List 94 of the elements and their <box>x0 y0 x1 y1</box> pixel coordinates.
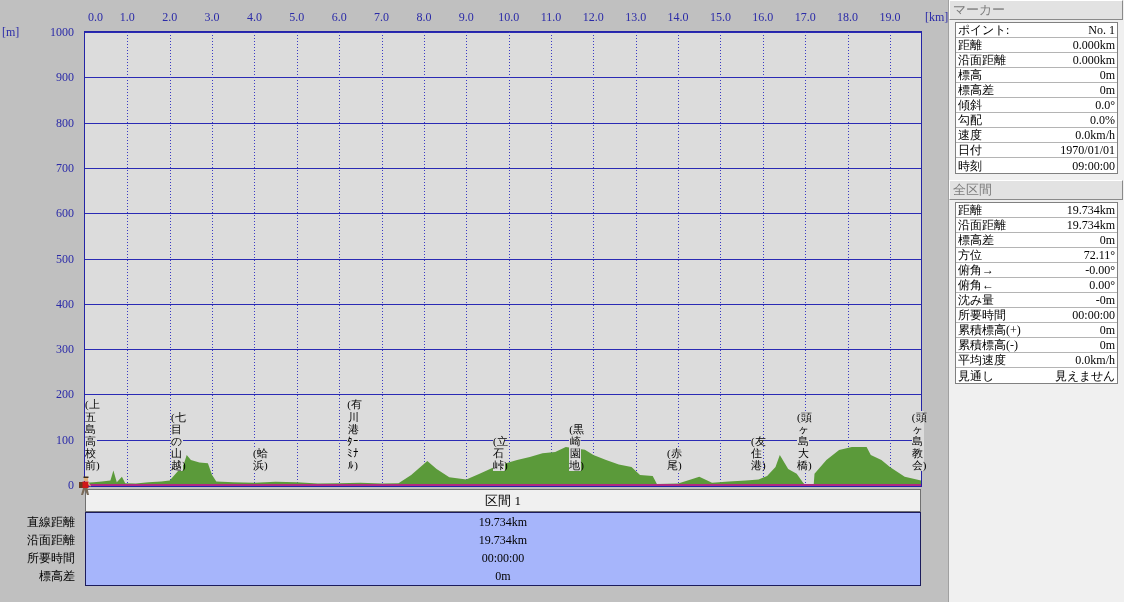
field-label: 標高 <box>958 68 982 82</box>
field-label: 方位 <box>958 248 982 262</box>
field-value: 0m <box>1099 68 1115 82</box>
field-label: 日付 <box>958 143 982 157</box>
field-value: 0m <box>1099 83 1115 97</box>
field-value: 09:00:00 <box>1072 158 1115 173</box>
field-label: 見通し <box>958 368 994 383</box>
field-label: 速度 <box>958 128 982 142</box>
field-label: 沿面距離 <box>958 218 1006 232</box>
field-value: 見えません <box>1055 368 1115 383</box>
axis-tick-label: 3.0 <box>204 9 220 25</box>
axis-tick-label: 700 <box>56 159 74 176</box>
field-label: 沈み量 <box>958 293 994 307</box>
field-label: 俯角→ <box>958 263 994 277</box>
axis-tick-label: 8.0 <box>416 9 432 25</box>
row-label: 直線距離 <box>27 515 75 529</box>
field-label: 標高差 <box>958 233 994 247</box>
axis-tick-label: 12.0 <box>582 9 604 25</box>
waypoint-label: (赤尾) <box>667 446 680 471</box>
axis-tick-label: 4.0 <box>246 9 262 25</box>
field-value: 0.000km <box>1072 53 1115 67</box>
field-value: 1970/01/01 <box>1060 143 1115 157</box>
table-cell: 19.734km <box>478 515 528 529</box>
axis-tick-label: 11.0 <box>540 9 562 25</box>
axis-tick-label: 800 <box>56 114 74 131</box>
axis-tick-label: 18.0 <box>837 9 859 25</box>
field-label: 距離 <box>958 38 982 52</box>
field-value: 0m <box>1099 338 1115 352</box>
axis-tick-label: 900 <box>56 69 74 86</box>
axis-tick-label: 15.0 <box>709 9 731 25</box>
axis-tick-label: 0 <box>68 477 74 493</box>
axis-tick-label: 200 <box>56 386 74 403</box>
axis-tick-label: 2.0 <box>162 9 178 25</box>
field-value: 0.000km <box>1072 38 1115 52</box>
field-label: 傾斜 <box>958 98 982 112</box>
axis-tick-label: 500 <box>56 250 74 267</box>
waypoint-label: (頭ヶ島大橋) <box>797 410 810 471</box>
axis-tick-label: 300 <box>56 341 74 358</box>
axis-tick-label: 19.0 <box>879 9 901 25</box>
axis-tick-label: 600 <box>56 205 74 222</box>
field-value: 00:00:00 <box>1072 308 1115 322</box>
axis-tick-label: 10.0 <box>498 9 520 25</box>
axis-tick-label: 16.0 <box>752 9 774 25</box>
field-value: -0m <box>1095 293 1115 307</box>
field-label: 時刻 <box>958 158 982 173</box>
field-value: 0.0% <box>1090 113 1115 127</box>
row-label: 標高差 <box>39 569 75 583</box>
field-value: No. 1 <box>1088 23 1115 37</box>
waypoint-label: (黒崎園地) <box>569 422 582 471</box>
field-value: 0.0km/h <box>1075 128 1115 142</box>
field-label: ポイント: <box>958 23 1010 37</box>
field-label: 平均速度 <box>958 353 1006 367</box>
row-label: 所要時間 <box>27 551 75 565</box>
axis-tick-label: 17.0 <box>794 9 816 25</box>
field-value: 0m <box>1099 323 1115 337</box>
segment-header: 区間 1 <box>85 489 921 512</box>
field-label: 勾配 <box>958 113 982 127</box>
hiker-icon <box>78 476 92 496</box>
field-label: 所要時間 <box>958 308 1006 322</box>
field-value: 0.00° <box>1089 278 1115 292</box>
axis-tick-label: 5.0 <box>289 9 305 25</box>
axis-unit-label: [km] <box>925 9 949 25</box>
table-cell: 19.734km <box>478 533 528 547</box>
axis-tick-label: 7.0 <box>374 9 390 25</box>
axis-unit-label: [m] <box>2 24 20 40</box>
axis-tick-label: 9.0 <box>458 9 474 25</box>
field-value: -0.00° <box>1085 263 1115 277</box>
row-label: 沿面距離 <box>27 533 75 547</box>
field-value: 0m <box>1099 233 1115 247</box>
axis-tick-label: 100 <box>56 431 74 448</box>
axis-tick-label: 1000 <box>50 24 74 40</box>
field-label: 標高差 <box>958 83 994 97</box>
axis-tick-label: 14.0 <box>667 9 689 25</box>
field-value: 19.734km <box>1066 203 1115 217</box>
axis-tick-label: 0.0 <box>88 9 103 25</box>
field-label: 沿面距離 <box>958 53 1006 67</box>
field-label: 累積標高(-) <box>958 338 1018 352</box>
axis-tick-label: 400 <box>56 295 74 312</box>
axis-tick-label: 13.0 <box>625 9 647 25</box>
section-header[interactable]: マーカー <box>949 0 1123 20</box>
field-value: 72.11° <box>1083 248 1115 262</box>
field-value: 0.0km/h <box>1075 353 1115 367</box>
field-value: 19.734km <box>1066 218 1115 232</box>
field-value: 0.0° <box>1095 98 1115 112</box>
field-label: 距離 <box>958 203 982 217</box>
table-cell: 0m <box>495 569 511 583</box>
waypoint-label: (有川港ﾀｰﾐﾅﾙ) <box>347 398 360 471</box>
field-label: 累積標高(+) <box>958 323 1021 337</box>
section-header[interactable]: 全区間 <box>949 180 1123 200</box>
axis-tick-label: 6.0 <box>331 9 347 25</box>
axis-tick-label: 1.0 <box>119 9 135 25</box>
field-label: 俯角← <box>958 278 994 292</box>
waypoint-label: (蛤浜) <box>253 446 266 471</box>
table-cell: 00:00:00 <box>481 551 525 565</box>
